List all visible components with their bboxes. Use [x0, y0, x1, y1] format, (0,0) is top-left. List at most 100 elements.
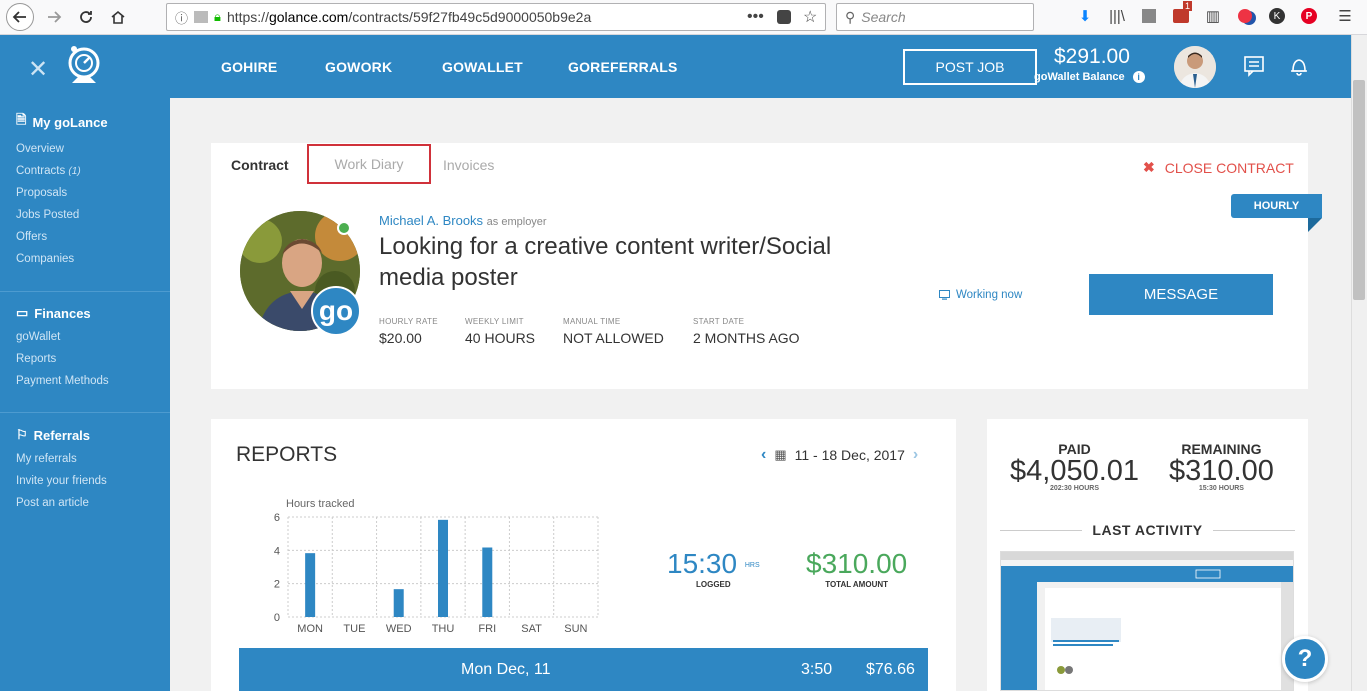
chevron-right-icon[interactable]: ›: [913, 446, 918, 464]
tab-invoices[interactable]: Invoices: [443, 157, 494, 173]
sidebar-item-jobs-posted[interactable]: Jobs Posted: [16, 209, 108, 221]
golance-logo[interactable]: [64, 43, 104, 89]
sidebar-icon[interactable]: ▥: [1202, 5, 1224, 27]
date-range-selector: ‹ ▦ 11 - 18 Dec, 2017 ›: [761, 446, 918, 464]
employer-name[interactable]: Michael A. Brooks: [379, 213, 483, 228]
user-avatar[interactable]: [1174, 46, 1216, 88]
bell-icon[interactable]: [1288, 55, 1310, 77]
back-button[interactable]: [6, 3, 34, 31]
chart-y-tick-label: 0: [274, 612, 280, 624]
nav-gowork[interactable]: GOWORK: [325, 59, 392, 75]
close-menu-icon[interactable]: ✕: [28, 55, 48, 84]
close-icon: ✖: [1143, 159, 1155, 175]
library-icon[interactable]: |||\: [1106, 5, 1128, 27]
post-job-button[interactable]: POST JOB: [903, 49, 1037, 85]
chart-title: Hours tracked: [286, 498, 354, 510]
url-text: https://golance.com/contracts/59f27fb49c…: [226, 9, 592, 25]
sidebar-item-gowallet[interactable]: goWallet: [16, 331, 109, 343]
extension-icon[interactable]: [1138, 5, 1160, 27]
home-button[interactable]: [104, 3, 132, 31]
hours-bar-chart: Hours tracked 0 2 4 6 MON TUE WED THU FRI SAT SUN: [274, 498, 599, 635]
address-bar[interactable]: ⓘ 🔒︎ https://golance.com/contracts/59f27…: [166, 3, 826, 31]
pinterest-icon[interactable]: P: [1298, 5, 1320, 27]
employer-line: Michael A. Brooks as employer: [379, 213, 547, 228]
calendar-icon: ▦: [774, 447, 787, 462]
reports-title: REPORTS: [236, 443, 338, 466]
extension-badge-icon[interactable]: 1: [1170, 1, 1193, 27]
tab-work-diary[interactable]: Work Diary: [307, 144, 431, 184]
sidebar-divider: [0, 291, 170, 292]
job-title: Looking for a creative content writer/So…: [379, 233, 832, 291]
total-label: TOTAL AMOUNT: [825, 580, 889, 589]
sidebar-heading: Finances: [34, 305, 91, 321]
stat-manual-time: MANUAL TIME NOT ALLOWED: [563, 317, 664, 346]
chart-x-tick-label: FRI: [478, 623, 496, 635]
sidebar-item-companies[interactable]: Companies: [16, 253, 108, 265]
chart-x-tick-label: MON: [297, 623, 323, 635]
reload-button[interactable]: [72, 3, 100, 31]
more-actions-icon[interactable]: •••: [747, 8, 764, 26]
sidebar-item-post-article[interactable]: Post an article: [16, 497, 107, 509]
arrow-right-icon: [48, 11, 62, 23]
sidebar-item-reports[interactable]: Reports: [16, 353, 109, 365]
scroll-thumb[interactable]: [1353, 80, 1365, 300]
page-scrollbar[interactable]: [1351, 35, 1367, 691]
remaining-summary: REMAINING $310.00 15:30 HOURS: [1169, 441, 1274, 492]
page-icon: [194, 11, 209, 23]
message-button[interactable]: MESSAGE: [1089, 274, 1273, 315]
total-value: $310.00: [806, 548, 908, 579]
browser-search-input[interactable]: ⚲ Search: [836, 3, 1034, 31]
close-contract-button[interactable]: ✖ CLOSE CONTRACT: [1143, 159, 1294, 176]
day-date: Mon Dec, 11: [461, 661, 551, 678]
download-icon[interactable]: ⬇: [1074, 5, 1096, 27]
sidebar-item-my-referrals[interactable]: My referrals: [16, 453, 107, 465]
sidebar-item-offers[interactable]: Offers: [16, 231, 108, 243]
contract-card: Contract Work Diary Invoices ✖ CLOSE CON…: [211, 143, 1322, 389]
referral-icon: ⚐: [16, 427, 28, 442]
tab-contract[interactable]: Contract: [231, 157, 289, 173]
total-amount: $310.00 TOTAL AMOUNT: [806, 548, 907, 589]
forward-button[interactable]: [40, 3, 68, 31]
help-button[interactable]: ?: [1282, 636, 1328, 682]
summary-card: PAID $4,050.01 202:30 HOURS REMAINING $3…: [987, 419, 1308, 691]
info-icon[interactable]: i: [1132, 71, 1145, 83]
pocket-icon[interactable]: [777, 10, 791, 24]
messages-icon[interactable]: [1243, 55, 1265, 77]
info-icon[interactable]: ⓘ: [175, 8, 188, 27]
money-icon: ▭: [16, 305, 29, 320]
extension-dots-icon[interactable]: [1234, 5, 1256, 27]
online-status-indicator: [337, 221, 351, 235]
chart-bar-thu[interactable]: [438, 519, 448, 617]
paid-summary: PAID $4,050.01 202:30 HOURS: [1010, 441, 1139, 492]
chart-bar-fri[interactable]: [482, 547, 493, 618]
chart-x-tick-label: WED: [386, 623, 412, 635]
bookmark-star-icon[interactable]: ☆: [803, 7, 817, 27]
wallet-balance[interactable]: $291.00 goWallet Balance i: [1034, 45, 1150, 83]
sidebar-item-invite-friends[interactable]: Invite your friends: [16, 475, 107, 487]
menu-hamburger-icon[interactable]: ☰: [1334, 5, 1356, 27]
sidebar-item-payment-methods[interactable]: Payment Methods: [16, 375, 109, 387]
chart-bar-wed[interactable]: [393, 589, 404, 617]
nav-gowallet[interactable]: GOWALLET: [442, 59, 523, 75]
logged-label: LOGGED: [695, 580, 731, 589]
profile-k-icon[interactable]: K: [1266, 5, 1288, 27]
sidebar-heading: Referrals: [33, 427, 91, 443]
reports-card: REPORTS ‹ ▦ 11 - 18 Dec, 2017 › Hours tr…: [211, 419, 956, 691]
chart-x-tick-label: SAT: [521, 623, 542, 635]
sidebar-item-overview[interactable]: Overview: [16, 143, 108, 155]
chevron-left-icon[interactable]: ‹: [761, 446, 766, 464]
chart-x-tick-label: THU: [432, 623, 455, 635]
sidebar-item-contracts[interactable]: Contracts (1): [16, 165, 108, 177]
balance-amount: $291.00: [1054, 45, 1130, 68]
nav-goreferrals[interactable]: GOREFERRALS: [568, 59, 678, 75]
day-summary-row[interactable]: Mon Dec, 11 3:50 $76.66: [239, 648, 928, 691]
nav-gohire[interactable]: GOHIRE: [221, 59, 277, 75]
sidebar: 🗎︎ My goLance Overview Contracts (1) Prop…: [0, 98, 170, 691]
activity-screenshot-thumbnail[interactable]: [1000, 551, 1294, 691]
sidebar-item-proposals[interactable]: Proposals: [16, 187, 108, 199]
monitor-icon: [939, 290, 950, 300]
stat-start-date: START DATE 2 MONTHS AGO: [693, 317, 800, 346]
golance-badge: go: [311, 286, 361, 336]
chart-bar-mon[interactable]: [305, 553, 316, 617]
last-activity-heading: LAST ACTIVITY: [1000, 522, 1296, 538]
